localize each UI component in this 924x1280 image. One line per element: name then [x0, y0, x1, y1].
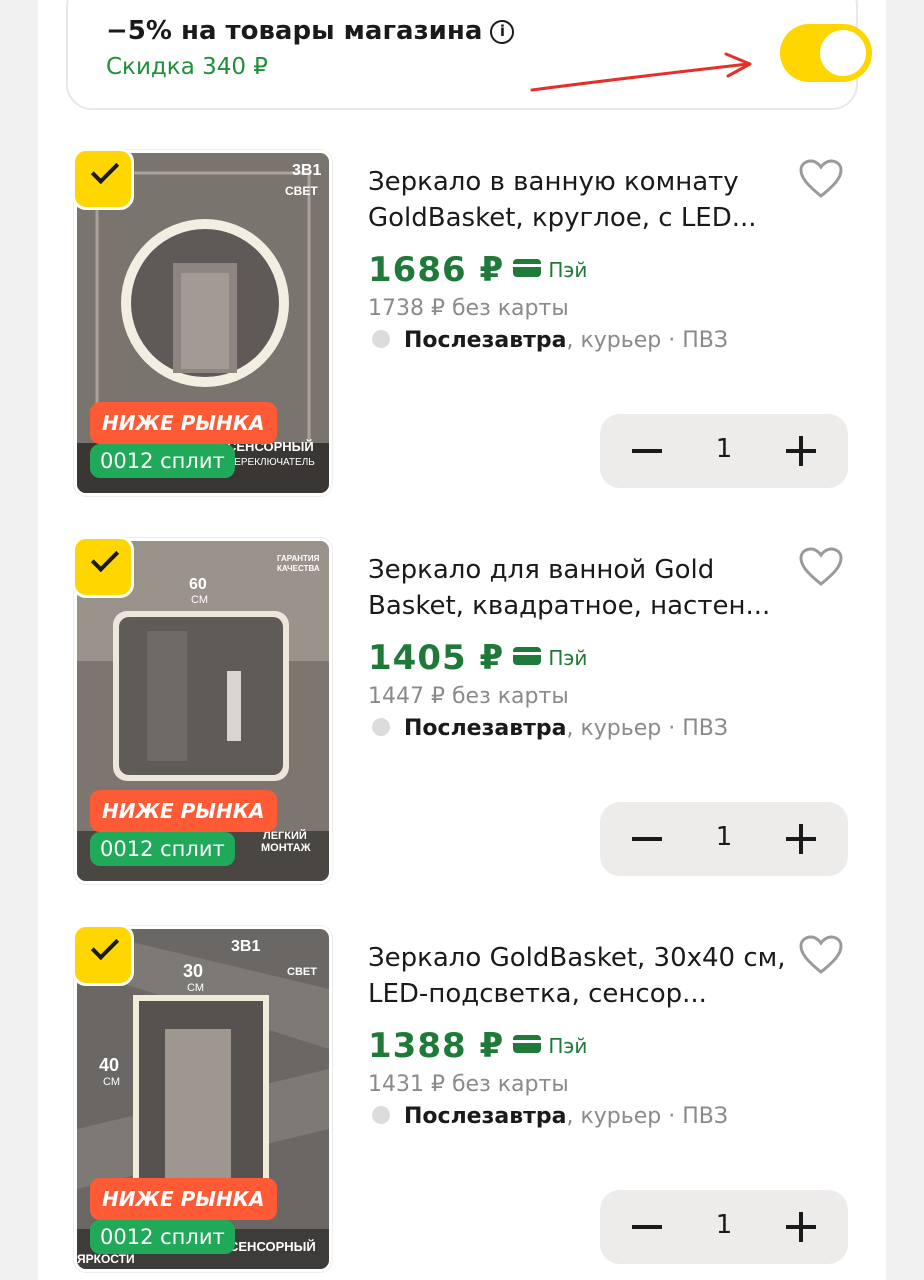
- svg-text:СМ: СМ: [103, 1076, 120, 1088]
- svg-text:ГАРАНТИЯ: ГАРАНТИЯ: [277, 554, 320, 563]
- item-select-checkbox[interactable]: [72, 536, 134, 598]
- product-title[interactable]: Зеркало в ванную комнату GoldBasket, кру…: [368, 164, 788, 236]
- svg-text:КАЧЕСТВА: КАЧЕСТВА: [277, 564, 320, 573]
- svg-text:СВЕТ: СВЕТ: [285, 184, 318, 198]
- pay-label: Пэй: [548, 258, 588, 282]
- delivery-status-dot: [372, 718, 390, 736]
- cart-item: 3В1 СВЕТ 30 СМ 40 СМ СЕНСОРНЫЙ ЯРКОСТИ Н…: [38, 924, 886, 1280]
- pay-label: Пэй: [548, 1034, 588, 1058]
- info-icon[interactable]: i: [490, 20, 515, 44]
- below-market-badge: НИЖЕ РЫНКА: [90, 402, 277, 444]
- promo-title: −5% на товары магазина i: [106, 16, 515, 46]
- svg-text:МОНТАЖ: МОНТАЖ: [261, 842, 311, 854]
- price-without-card: 1447 ₽ без карты: [368, 684, 569, 709]
- svg-text:СМ: СМ: [191, 594, 208, 606]
- price: 1405 ₽: [368, 638, 505, 678]
- split-badge: 0012 сплит: [90, 1220, 235, 1254]
- card-icon: [513, 259, 542, 277]
- svg-text:СЕНСОРНЫЙ: СЕНСОРНЫЙ: [229, 1239, 316, 1254]
- delivery-info: Послезавтра, курьер · ПВЗ: [368, 1104, 728, 1129]
- split-badge: 0012 сплит: [90, 832, 235, 866]
- price-row: 1686 ₽ Пэй: [368, 250, 587, 290]
- svg-text:30: 30: [183, 961, 203, 981]
- svg-text:3В1: 3В1: [292, 162, 321, 179]
- product-title[interactable]: Зеркало GoldBasket, 30х40 см, LED-подсве…: [368, 940, 788, 1012]
- delivery-methods: , курьер · ПВЗ: [566, 716, 728, 741]
- product-title[interactable]: Зеркало для ванной Gold Basket, квадратн…: [368, 552, 788, 624]
- delivery-status-dot: [372, 1106, 390, 1124]
- svg-text:СМ: СМ: [187, 982, 204, 994]
- split-badge: 0012 сплит: [90, 444, 235, 478]
- card-icon: [513, 1035, 542, 1053]
- quantity-stepper: 1: [600, 414, 848, 488]
- delivery-methods: , курьер · ПВЗ: [566, 328, 728, 353]
- item-select-checkbox[interactable]: [72, 148, 134, 210]
- delivery-methods: , курьер · ПВЗ: [566, 1104, 728, 1129]
- price-without-card: 1738 ₽ без карты: [368, 296, 569, 321]
- price: 1388 ₽: [368, 1026, 505, 1066]
- svg-text:40: 40: [99, 1055, 119, 1075]
- heart-icon[interactable]: [798, 934, 844, 976]
- svg-text:ЯРКОСТИ: ЯРКОСТИ: [77, 1252, 135, 1266]
- delivery-day: Послезавтра: [404, 716, 567, 741]
- price: 1686 ₽: [368, 250, 505, 290]
- discount-toggle[interactable]: [780, 24, 872, 82]
- price-row: 1388 ₽ Пэй: [368, 1026, 587, 1066]
- item-select-checkbox[interactable]: [72, 924, 134, 986]
- promo-discount-amount: Скидка 340 ₽: [106, 54, 268, 80]
- cart-item: 60 СМ ГАРАНТИЯ КАЧЕСТВА ЛЕГКИЙ МОНТАЖ НИ…: [38, 536, 886, 898]
- delivery-day: Послезавтра: [404, 1104, 567, 1129]
- right-margin: [886, 0, 924, 1280]
- delivery-day: Послезавтра: [404, 328, 567, 353]
- toggle-knob: [820, 30, 866, 76]
- pay-label: Пэй: [548, 646, 588, 670]
- heart-icon[interactable]: [798, 158, 844, 200]
- delivery-info: Послезавтра, курьер · ПВЗ: [368, 328, 728, 353]
- svg-text:3В1: 3В1: [231, 938, 260, 955]
- below-market-badge: НИЖЕ РЫНКА: [90, 790, 277, 832]
- card-icon: [513, 647, 542, 665]
- below-market-badge: НИЖЕ РЫНКА: [90, 1178, 277, 1220]
- delivery-status-dot: [372, 330, 390, 348]
- quantity-stepper: 1: [600, 802, 848, 876]
- cart-item: 3В1 СВЕТ СЕНСОРНЫЙ ПЕРЕКЛЮЧАТЕЛЬ НИЖЕ РЫ…: [38, 148, 886, 510]
- svg-text:ПЕРЕКЛЮЧАТЕЛЬ: ПЕРЕКЛЮЧАТЕЛЬ: [227, 457, 315, 468]
- svg-text:СВЕТ: СВЕТ: [287, 966, 317, 978]
- delivery-info: Послезавтра, курьер · ПВЗ: [368, 716, 728, 741]
- price-without-card: 1431 ₽ без карты: [368, 1072, 569, 1097]
- svg-text:60: 60: [189, 576, 207, 593]
- cart-panel: −5% на товары магазина i Скидка 340 ₽ 3В1…: [38, 0, 886, 1280]
- quantity-stepper: 1: [600, 1190, 848, 1264]
- price-row: 1405 ₽ Пэй: [368, 638, 587, 678]
- red-arrow-annotation: [530, 52, 752, 92]
- left-margin: [0, 0, 38, 1280]
- increase-button[interactable]: [786, 824, 816, 854]
- increase-button[interactable]: [786, 1212, 816, 1242]
- increase-button[interactable]: [786, 436, 816, 466]
- heart-icon[interactable]: [798, 546, 844, 588]
